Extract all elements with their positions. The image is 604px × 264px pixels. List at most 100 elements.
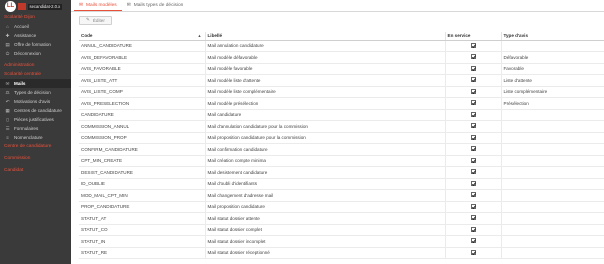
cell-en-service bbox=[445, 235, 502, 248]
section-title-scolarite-centrale[interactable]: Scolarité centrale bbox=[0, 70, 71, 79]
cell-en-service bbox=[445, 224, 502, 236]
sidebar-item-pieces-justificatives[interactable]: ▯ Pièces justificatives bbox=[0, 115, 71, 124]
sidebar-item-offre-de-formation[interactable]: ▤ Offre de formation bbox=[0, 40, 71, 49]
table-header-row: Code ▲ Libellé En service Type d'avis bbox=[79, 32, 604, 41]
tab-mails-types-decision[interactable]: ✉ Mails types de décision bbox=[122, 0, 189, 11]
checkbox-checked-icon bbox=[470, 123, 476, 129]
table-row[interactable]: STATUT_CO Mail statut dossier complet bbox=[79, 224, 604, 236]
section-title-scolarite-dijon[interactable]: Scolarité Dijon bbox=[0, 13, 71, 22]
sidebar-item-assistance[interactable]: ✚ Assistance bbox=[0, 31, 71, 40]
section-title-candidat[interactable]: Candidat bbox=[0, 166, 71, 175]
column-header-en-service[interactable]: En service bbox=[445, 32, 502, 41]
table-row[interactable]: STATUT_IN Mail statut dossier incomplet bbox=[79, 235, 604, 248]
app-logo[interactable]: LL bbox=[5, 1, 16, 12]
cell-code: CONFIRM_CANDIDATURE bbox=[79, 143, 206, 156]
section-title-administration[interactable]: Administration bbox=[0, 61, 71, 70]
sidebar-item-formulaires[interactable]: ☰ Formulaires bbox=[0, 124, 71, 133]
sidebar-item-label: Assistance bbox=[14, 33, 37, 38]
cell-type-avis bbox=[501, 201, 604, 213]
tab-mails-modeles[interactable]: ✉ Mails modèles bbox=[74, 0, 122, 11]
checkbox-checked-icon bbox=[470, 249, 476, 255]
cell-en-service bbox=[445, 109, 502, 121]
table-row[interactable]: CPT_MIN_CREATE Mail création compte minim… bbox=[79, 155, 604, 167]
table-row[interactable]: AVIS_FAVORABLE Mail modèle favorable Favor… bbox=[79, 63, 604, 75]
sidebar-item-deconnexion[interactable]: ⏻ Déconnexion bbox=[0, 49, 71, 58]
table-row[interactable]: MOD_MAIL_CPT_MIN Mail changement d'adress… bbox=[79, 189, 604, 202]
cell-en-service bbox=[445, 40, 502, 52]
sidebar-item-nomenclature[interactable]: ≡ Nomenclature bbox=[0, 133, 71, 142]
cell-type-avis bbox=[501, 247, 604, 259]
cell-code: PROP_CANDIDATURE bbox=[79, 201, 206, 213]
cell-libelle: Mail proposition candidature pour la com… bbox=[205, 132, 446, 144]
table-row[interactable]: PROP_CANDIDATURE Mail proposition candida… bbox=[79, 201, 604, 213]
cell-en-service bbox=[445, 74, 502, 87]
sidebar-item-centres-de-candidature[interactable]: ▦ Centres de candidature bbox=[0, 106, 71, 115]
table-row[interactable]: STATUT_AT Mail statut dossier attente bbox=[79, 212, 604, 225]
table-row[interactable]: ANNUL_CANDIDATURE Mail annulation candida… bbox=[79, 40, 604, 52]
sidebar-item-mails[interactable]: ✉ Mails bbox=[0, 79, 71, 88]
cell-type-avis bbox=[501, 143, 604, 156]
book-icon: ▤ bbox=[5, 41, 10, 47]
cell-code: CANDIDATURE bbox=[79, 109, 206, 121]
tab-label: Mails types de décision bbox=[133, 3, 184, 8]
cell-type-avis bbox=[501, 224, 604, 236]
sidebar-item-label: Accueil bbox=[14, 24, 29, 29]
section-title-commission[interactable]: Commission bbox=[0, 154, 71, 163]
column-header-type-avis[interactable]: Type d'avis bbox=[501, 32, 604, 41]
edit-button[interactable]: ✎ Éditer bbox=[79, 15, 112, 25]
table-row[interactable]: CANDIDATURE Mail candidature bbox=[79, 109, 604, 121]
sidebar-item-accueil[interactable]: ⌂ Accueil bbox=[0, 22, 71, 31]
tab-bar: ✉ Mails modèles ✉ Mails types de décision bbox=[71, 0, 604, 12]
cell-type-avis: Présélection bbox=[501, 97, 604, 110]
cell-code: COMMISSION_ANNUL bbox=[79, 120, 206, 133]
sidebar-item-label: Centres de candidature bbox=[14, 108, 62, 113]
cell-en-service bbox=[445, 143, 502, 156]
cell-code: STATUT_IN bbox=[79, 235, 206, 248]
table-row[interactable]: COMMISSION_PROP Mail proposition candidat… bbox=[79, 132, 604, 144]
column-header-libelle[interactable]: Libellé bbox=[205, 32, 446, 41]
flag-icon bbox=[18, 3, 26, 10]
cell-code: AVIS_PRESELECTION bbox=[79, 97, 206, 110]
table-row[interactable]: DESIST_CANDIDATURE Mail desistement candi… bbox=[79, 166, 604, 179]
table-row[interactable]: COMMISSION_ANNUL Mail d'annulation candid… bbox=[79, 120, 604, 133]
cell-libelle: Mail statut dossier réceptionné bbox=[205, 247, 446, 259]
table-row[interactable]: AVIS_DEFAVORABLE Mail modèle défavorable D… bbox=[79, 51, 604, 64]
table-row[interactable]: AVIS_PRESELECTION Mail modèle présélectio… bbox=[79, 97, 604, 110]
sidebar-item-types-de-decision[interactable]: ⚖ Types de décision bbox=[0, 88, 71, 97]
sort-asc-icon: ▲ bbox=[197, 33, 202, 39]
section-title-centre-candidature[interactable]: Centre de candidature bbox=[0, 142, 71, 151]
gavel-icon: ⚖ bbox=[5, 89, 10, 95]
cell-libelle: Mail proposition candidature bbox=[205, 201, 446, 213]
checkbox-checked-icon bbox=[470, 54, 476, 60]
cell-type-avis: Liste complémentaire bbox=[501, 86, 604, 98]
sidebar-item-label: Pièces justificatives bbox=[14, 117, 54, 122]
table-row[interactable]: STATUT_RE Mail statut dossier réceptionné bbox=[79, 247, 604, 259]
cell-libelle: Mail desistement candidature bbox=[205, 166, 446, 179]
checkbox-checked-icon bbox=[470, 77, 476, 83]
toolbar: ✎ Éditer bbox=[71, 12, 604, 28]
envelope-icon: ✉ bbox=[5, 80, 10, 86]
table-row[interactable]: AVIS_LISTE_COMP Mail modèle liste complém… bbox=[79, 86, 604, 98]
cell-en-service bbox=[445, 189, 502, 202]
cell-code: CPT_MIN_CREATE bbox=[79, 155, 206, 167]
envelope-icon: ✉ bbox=[126, 3, 131, 8]
cell-type-avis: Liste d'attente bbox=[501, 74, 604, 87]
checkbox-checked-icon bbox=[470, 215, 476, 221]
lifebuoy-icon: ✚ bbox=[5, 32, 10, 38]
cell-en-service bbox=[445, 63, 502, 75]
cell-code: MOD_MAIL_CPT_MIN bbox=[79, 189, 206, 202]
sidebar-item-motivations-d-avis[interactable]: ↶ Motivations d'avis bbox=[0, 97, 71, 106]
table-row[interactable]: CONFIRM_CANDIDATURE Mail confirmation can… bbox=[79, 143, 604, 156]
cell-libelle: Mail annulation candidature bbox=[205, 40, 446, 52]
cell-code: STATUT_RE bbox=[79, 247, 206, 259]
cell-type-avis bbox=[501, 132, 604, 144]
column-header-code[interactable]: Code ▲ bbox=[79, 32, 206, 41]
cell-en-service bbox=[445, 178, 502, 190]
table-row[interactable]: ID_OUBLIE Mail d'oubli d'identifiants bbox=[79, 178, 604, 190]
cell-en-service bbox=[445, 120, 502, 133]
cell-code: AVIS_DEFAVORABLE bbox=[79, 51, 206, 64]
table-row[interactable]: AVIS_LISTE_ATT Mail modèle liste d'attent… bbox=[79, 74, 604, 87]
cell-code: COMMISSION_PROP bbox=[79, 132, 206, 144]
cell-en-service bbox=[445, 97, 502, 110]
file-icon: ▯ bbox=[6, 116, 9, 122]
